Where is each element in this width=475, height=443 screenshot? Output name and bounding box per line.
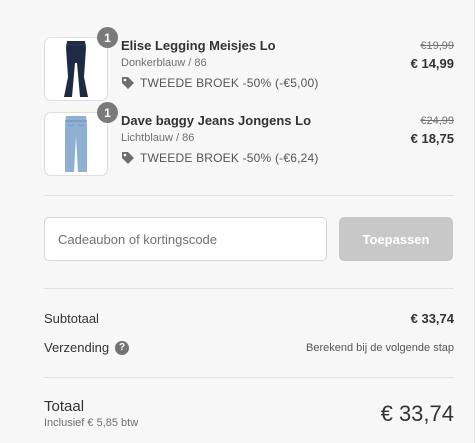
divider <box>44 377 454 378</box>
product-name: Dave baggy Jeans Jongens Lo <box>121 113 312 128</box>
shipping-value: Berekend bij de volgende stap <box>306 341 454 354</box>
tax-note: Inclusief € 5,85 btw <box>44 417 139 429</box>
discount-code-input[interactable] <box>44 217 327 261</box>
tag-icon <box>122 77 134 89</box>
tag-icon <box>122 152 134 164</box>
discounted-price: € 14,99 <box>410 56 454 71</box>
subtotal-row: Subtotaal € 33,74 <box>44 311 454 326</box>
quantity-badge: 1 <box>97 27 118 48</box>
product-thumbnail: 1 <box>44 27 118 101</box>
help-icon[interactable]: ? <box>115 340 130 355</box>
legging-icon <box>64 41 88 97</box>
product-variant: Lichtblauw / 86 <box>121 132 195 144</box>
product-thumbnail: 1 <box>44 102 118 176</box>
discount-label: TWEEDE BROEK -50% (-€6,24) <box>140 151 319 165</box>
total-row: Totaal Inclusief € 5,85 btw € 33,74 <box>44 398 454 430</box>
discounted-price: € 18,75 <box>410 131 454 146</box>
subtotal-value: € 33,74 <box>410 311 454 326</box>
apply-code-button[interactable]: Toepassen <box>339 217 453 261</box>
total-value: € 33,74 <box>380 401 454 426</box>
cart-item: 1 Dave baggy Jeans Jongens Lo Lichtblauw… <box>44 102 454 176</box>
discount-line: TWEEDE BROEK -50% (-€6,24) <box>121 151 351 165</box>
discount-label: TWEEDE BROEK -50% (-€5,00) <box>140 76 319 90</box>
product-name: Elise Legging Meisjes Lo <box>121 38 276 53</box>
shipping-row: Verzending ? Berekend bij de volgende st… <box>44 340 454 355</box>
original-price: €24,99 <box>420 115 454 127</box>
cart-item: 1 Elise Legging Meisjes Lo Donkerblauw /… <box>44 27 454 101</box>
jeans-icon <box>65 116 87 172</box>
subtotal-label: Subtotaal <box>44 311 99 326</box>
total-label: Totaal <box>44 398 85 415</box>
divider <box>44 195 454 196</box>
product-image <box>44 37 108 101</box>
product-variant: Donkerblauw / 86 <box>121 57 207 69</box>
product-image <box>44 112 108 176</box>
original-price: €19,99 <box>420 40 454 52</box>
divider <box>44 288 454 289</box>
quantity-badge: 1 <box>97 102 118 123</box>
discount-line: TWEEDE BROEK -50% (-€5,00) <box>121 76 351 90</box>
shipping-label: Verzending <box>44 340 110 355</box>
